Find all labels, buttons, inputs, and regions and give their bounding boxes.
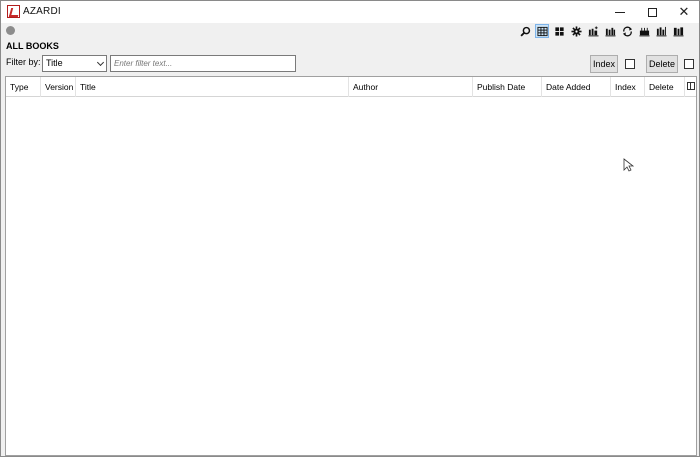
window-title: AZARDI: [23, 6, 61, 17]
column-header-delete[interactable]: Delete: [645, 77, 685, 97]
books-table: Type Version Title Author Publish Date D…: [5, 76, 697, 456]
index-select-all-checkbox[interactable]: [625, 59, 635, 69]
close-icon: ✕: [678, 4, 690, 20]
delete-select-all-checkbox[interactable]: [684, 59, 694, 69]
toolbar: [518, 24, 685, 38]
chevron-down-icon: [96, 58, 105, 67]
column-header-version[interactable]: Version: [41, 77, 76, 97]
sync-icon[interactable]: [620, 24, 634, 38]
grid-view-icon[interactable]: [552, 24, 566, 38]
close-button[interactable]: ✕: [667, 1, 700, 23]
filter-field-select[interactable]: Title: [42, 55, 107, 72]
column-chooser-icon[interactable]: [687, 82, 695, 90]
minimize-icon: [615, 11, 625, 13]
maximize-icon: [647, 7, 657, 17]
app-window: AZARDI ✕ ALL BOOKS Filter by: Title Ente…: [0, 0, 700, 457]
column-header-index[interactable]: Index: [611, 77, 645, 97]
filter-text-input[interactable]: Enter filter text...: [110, 55, 296, 72]
status-indicator: [6, 26, 15, 35]
index-button[interactable]: Index: [590, 55, 618, 73]
app-logo-icon: [7, 5, 20, 18]
title-bar[interactable]: AZARDI ✕: [1, 1, 699, 23]
column-header-author[interactable]: Author: [349, 77, 473, 97]
section-title: ALL BOOKS: [6, 41, 59, 51]
search-icon[interactable]: [518, 24, 532, 38]
list-view-icon[interactable]: [535, 24, 549, 38]
column-header-title[interactable]: Title: [76, 77, 349, 97]
column-header-date-added[interactable]: Date Added: [542, 77, 611, 97]
column-header-publish-date[interactable]: Publish Date: [473, 77, 542, 97]
filter-select-value: Title: [46, 58, 63, 68]
minimize-button[interactable]: [603, 1, 637, 23]
settings-gear-icon[interactable]: [569, 24, 583, 38]
filter-label: Filter by:: [6, 57, 41, 67]
collection-icon[interactable]: [637, 24, 651, 38]
table-body: [6, 98, 696, 455]
delete-button[interactable]: Delete: [646, 55, 678, 73]
column-header-type[interactable]: Type: [6, 77, 41, 97]
add-book-icon[interactable]: [586, 24, 600, 38]
library-icon[interactable]: [603, 24, 617, 38]
mouse-cursor-icon: [623, 158, 634, 172]
import-icon[interactable]: [654, 24, 668, 38]
maximize-button[interactable]: [635, 1, 669, 23]
shelf-icon[interactable]: [671, 24, 685, 38]
table-header: Type Version Title Author Publish Date D…: [6, 77, 696, 97]
